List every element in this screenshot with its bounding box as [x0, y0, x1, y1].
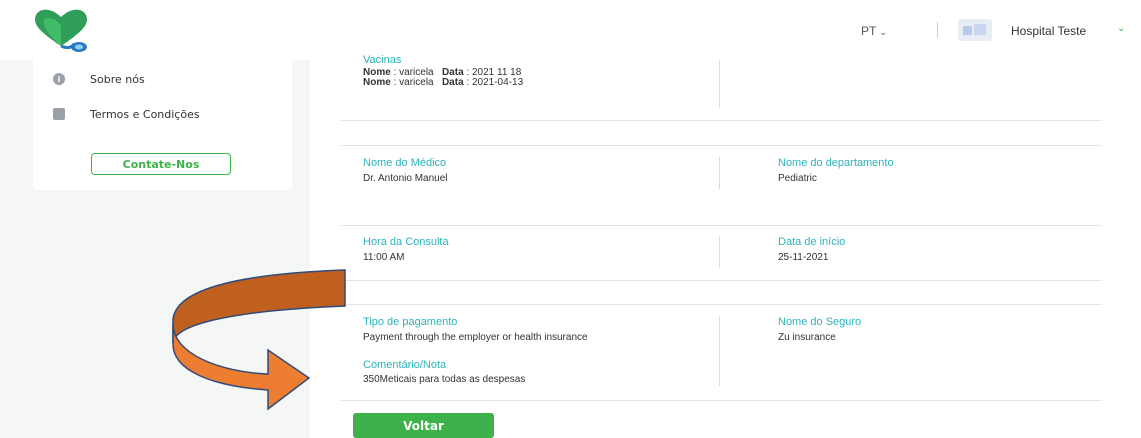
- top-bar: PT ⌄ Hospital Teste ⌄: [0, 0, 1141, 60]
- sidebar: i Sobre nós Termos e Condições Contate-N…: [33, 60, 292, 190]
- hospital-name[interactable]: Hospital Teste: [1011, 24, 1086, 38]
- sidebar-item-label: Sobre nós: [90, 72, 145, 86]
- document-icon: [53, 108, 65, 120]
- vaccine-date: 2021-04-13: [471, 77, 524, 88]
- hospital-avatar[interactable]: [958, 19, 992, 41]
- sidebar-item-about[interactable]: i Sobre nós: [53, 69, 145, 89]
- doctor-name-label: Nome do Médico: [363, 157, 447, 169]
- sidebar-item-terms[interactable]: Termos e Condições: [53, 104, 200, 124]
- row-divider: [341, 400, 1101, 401]
- department-label: Nome do departamento: [778, 157, 894, 169]
- info-icon: i: [53, 73, 65, 85]
- row-divider: [341, 225, 1101, 226]
- chevron-down-icon: ⌄: [879, 27, 887, 37]
- vaccine-name-key: Nome: [363, 77, 391, 88]
- start-date-value: 25-11-2021: [778, 252, 829, 263]
- comment-value: 350Meticais para todas as despesas: [363, 374, 526, 385]
- consultation-time-value: 11:00 AM: [363, 252, 405, 263]
- payment-type-label: Tipo de pagamento: [363, 316, 458, 328]
- row-divider: [341, 120, 1101, 121]
- avatar-building-shape: [963, 26, 972, 35]
- header-divider: [937, 22, 938, 38]
- row-divider: [341, 145, 1101, 146]
- column-divider: [719, 60, 720, 108]
- insurance-name-value: Zu insurance: [778, 332, 836, 343]
- start-date-label: Data de início: [778, 236, 846, 248]
- payment-type-value: Payment through the employer or health i…: [363, 332, 588, 343]
- vaccine-name: varicela: [399, 77, 434, 88]
- contact-button[interactable]: Contate-Nos: [91, 153, 231, 175]
- back-button[interactable]: Voltar: [353, 413, 494, 438]
- column-divider: [719, 316, 720, 386]
- heart-stethoscope-logo[interactable]: [30, 6, 92, 56]
- language-selector[interactable]: PT ⌄: [861, 24, 887, 38]
- row-divider: [341, 280, 1101, 281]
- department-value: Pediatric: [778, 173, 817, 184]
- row-divider: [341, 304, 1101, 305]
- sidebar-item-label: Termos e Condições: [90, 107, 200, 121]
- doctor-name-value: Dr. Antonio Manuel: [363, 173, 448, 184]
- column-divider: [719, 157, 720, 189]
- vaccines-label: Vacinas: [363, 54, 402, 66]
- avatar-building-shape: [974, 24, 986, 35]
- comment-label: Comentário/Nota: [363, 359, 447, 371]
- chevron-down-icon[interactable]: ⌄: [1117, 23, 1125, 34]
- vaccine-entry: Nome : varicela Data : 2021-04-13: [363, 77, 524, 88]
- column-divider: [719, 236, 720, 268]
- language-label: PT: [861, 24, 877, 38]
- appointment-details-panel: Vacinas Nome : varicela Data : 2021 11 1…: [310, 54, 1141, 438]
- curved-arrow-annotation: [172, 269, 346, 411]
- insurance-name-label: Nome do Seguro: [778, 316, 862, 328]
- consultation-time-label: Hora da Consulta: [363, 236, 449, 248]
- vaccine-date-key: Data: [441, 77, 464, 88]
- vaccine-list: Nome : varicela Data : 2021 11 18 Nome :…: [363, 68, 523, 88]
